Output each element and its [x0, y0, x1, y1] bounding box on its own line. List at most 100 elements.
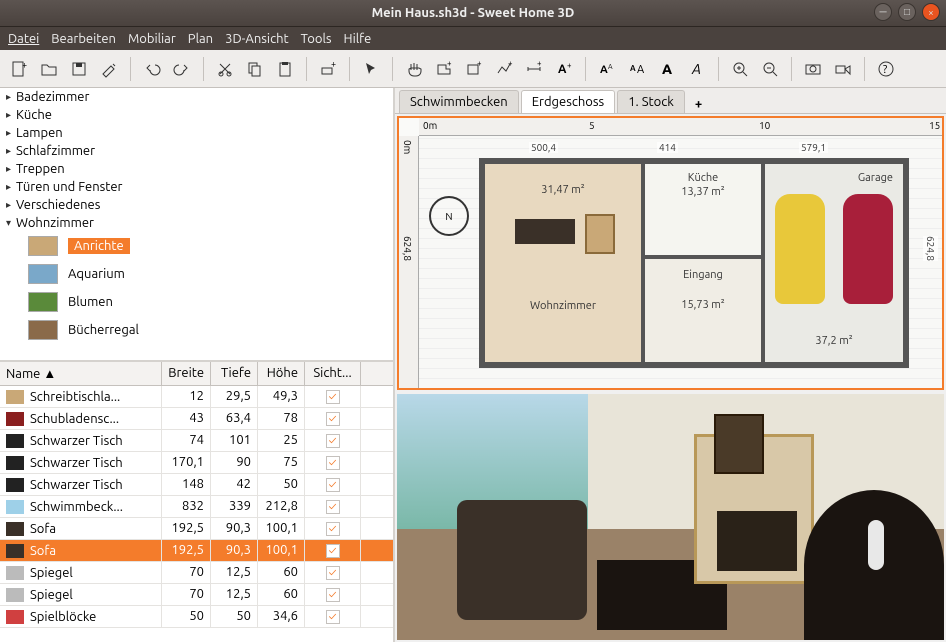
row-name: Spiegel	[30, 566, 73, 580]
table-row[interactable]: Spielblöcke505034,6✓	[0, 606, 393, 628]
category-treppen[interactable]: ▸Treppen	[0, 160, 393, 178]
redo-button[interactable]	[169, 56, 195, 82]
copy-button[interactable]	[242, 56, 268, 82]
photo-button[interactable]	[800, 56, 826, 82]
create-walls-tool[interactable]: +	[431, 56, 457, 82]
col-name[interactable]: Name ▲	[0, 362, 162, 385]
increase-text-button[interactable]: AA	[594, 56, 620, 82]
room-name: Küche	[688, 172, 718, 184]
row-breite: 74	[162, 430, 211, 451]
visibility-checkbox[interactable]: ✓	[326, 588, 340, 602]
create-rooms-tool[interactable]: +	[461, 56, 487, 82]
menu-plan[interactable]: Plan	[188, 32, 213, 46]
visibility-checkbox[interactable]: ✓	[326, 522, 340, 536]
visibility-checkbox[interactable]: ✓	[326, 500, 340, 514]
create-polylines-tool[interactable]: +	[491, 56, 517, 82]
table-row[interactable]: Spiegel7012,560✓	[0, 584, 393, 606]
tab-1-stock[interactable]: 1. Stock	[617, 90, 685, 113]
category-kueche[interactable]: ▸Küche	[0, 106, 393, 124]
col-sicht[interactable]: Sicht...	[305, 362, 361, 385]
furniture-table[interactable]: Name ▲ Breite Tiefe Höhe Sicht... Schrei…	[0, 362, 393, 642]
visibility-checkbox[interactable]: ✓	[326, 390, 340, 404]
undo-button[interactable]	[139, 56, 165, 82]
col-tiefe[interactable]: Tiefe	[211, 362, 258, 385]
create-dimensions-tool[interactable]: +	[521, 56, 547, 82]
menu-hilfe[interactable]: Hilfe	[344, 32, 372, 46]
decrease-text-button[interactable]: AA	[624, 56, 650, 82]
add-furniture-button[interactable]: +	[315, 56, 341, 82]
select-tool[interactable]	[358, 56, 384, 82]
col-hoehe[interactable]: Höhe	[258, 362, 305, 385]
svg-text:?: ?	[883, 64, 887, 76]
plan-canvas[interactable]: N 500,4 414 579,1 624,8 31,47 m² Wohnzim…	[419, 136, 942, 388]
minimize-button[interactable]: ─	[874, 3, 892, 21]
zoom-out-button[interactable]	[757, 56, 783, 82]
table-row[interactable]: Spiegel7012,560✓	[0, 562, 393, 584]
tab-erdgeschoss[interactable]: Erdgeschoss	[521, 90, 615, 113]
video-button[interactable]	[830, 56, 856, 82]
create-text-tool[interactable]: A+	[551, 56, 577, 82]
new-button[interactable]: +	[6, 56, 32, 82]
menu-3d-ansicht[interactable]: 3D-Ansicht	[225, 32, 289, 46]
pan-tool[interactable]	[401, 56, 427, 82]
category-wohnzimmer[interactable]: ▾Wohnzimmer	[0, 214, 393, 232]
furniture-catalog[interactable]: ▸Badezimmer ▸Küche ▸Lampen ▸Schlafzimmer…	[0, 88, 393, 362]
car-red-icon[interactable]	[843, 194, 893, 304]
save-button[interactable]	[66, 56, 92, 82]
car-yellow-icon[interactable]	[775, 194, 825, 304]
table-row[interactable]: Schwimmbeck...832339212,8✓	[0, 496, 393, 518]
3d-view[interactable]	[397, 394, 944, 640]
table-row[interactable]: Sofa192,590,3100,1✓	[0, 518, 393, 540]
cut-button[interactable]	[212, 56, 238, 82]
category-badezimmer[interactable]: ▸Badezimmer	[0, 88, 393, 106]
dimension-label: 414	[657, 142, 678, 153]
table-row[interactable]: Schwarzer Tisch7410125✓	[0, 430, 393, 452]
table-row[interactable]: Schwarzer Tisch1484250✓	[0, 474, 393, 496]
rug-icon[interactable]	[585, 214, 615, 254]
visibility-checkbox[interactable]: ✓	[326, 412, 340, 426]
table-row[interactable]: Schubladensc...4363,478✓	[0, 408, 393, 430]
catalog-item-blumen[interactable]: Blumen	[0, 288, 393, 316]
visibility-checkbox[interactable]: ✓	[326, 456, 340, 470]
col-breite[interactable]: Breite	[162, 362, 211, 385]
bold-button[interactable]: A	[654, 56, 680, 82]
menu-datei[interactable]: Datei	[8, 32, 39, 46]
paste-button[interactable]	[272, 56, 298, 82]
category-verschiedenes[interactable]: ▸Verschiedenes	[0, 196, 393, 214]
furniture-thumb-icon	[28, 292, 58, 312]
svg-text:A: A	[630, 64, 636, 73]
visibility-checkbox[interactable]: ✓	[326, 478, 340, 492]
visibility-checkbox[interactable]: ✓	[326, 434, 340, 448]
table-row[interactable]: Schreibtischla...1229,549,3✓	[0, 386, 393, 408]
zoom-in-button[interactable]	[727, 56, 753, 82]
floor-plan[interactable]: 31,47 m² Wohnzimmer Küche 13,37 m² Einga…	[479, 158, 909, 368]
italic-button[interactable]: A	[684, 56, 710, 82]
category-tueren[interactable]: ▸Türen und Fenster	[0, 178, 393, 196]
catalog-item-aquarium[interactable]: Aquarium	[0, 260, 393, 288]
preferences-button[interactable]	[96, 56, 122, 82]
visibility-checkbox[interactable]: ✓	[326, 566, 340, 580]
menu-tools[interactable]: Tools	[301, 32, 332, 46]
row-tiefe: 42	[211, 474, 258, 495]
category-lampen[interactable]: ▸Lampen	[0, 124, 393, 142]
furniture-row-icon	[6, 412, 24, 426]
table-row[interactable]: Sofa192,590,3100,1✓	[0, 540, 393, 562]
help-button[interactable]: ?	[873, 56, 899, 82]
plan-view[interactable]: 0m 5 10 15 0m 624,8 N 500,4 414 579,1 62…	[397, 116, 944, 390]
menu-bearbeiten[interactable]: Bearbeiten	[51, 32, 116, 46]
catalog-item-anrichte[interactable]: Anrichte	[0, 232, 393, 260]
visibility-checkbox[interactable]: ✓	[326, 544, 340, 558]
category-schlafzimmer[interactable]: ▸Schlafzimmer	[0, 142, 393, 160]
sofa-icon[interactable]	[515, 219, 575, 244]
add-level-button[interactable]: +	[687, 95, 710, 113]
catalog-item-buecherregal[interactable]: Bücherregal	[0, 316, 393, 344]
table-row[interactable]: Schwarzer Tisch170,19075✓	[0, 452, 393, 474]
open-button[interactable]	[36, 56, 62, 82]
close-button[interactable]: ×	[922, 3, 940, 21]
menu-mobiliar[interactable]: Mobiliar	[128, 32, 176, 46]
row-breite: 192,5	[162, 540, 211, 561]
maximize-button[interactable]: □	[898, 3, 916, 21]
visibility-checkbox[interactable]: ✓	[326, 610, 340, 624]
tab-schwimmbecken[interactable]: Schwimmbecken	[399, 90, 519, 113]
room-area: 15,73 m²	[681, 299, 724, 311]
